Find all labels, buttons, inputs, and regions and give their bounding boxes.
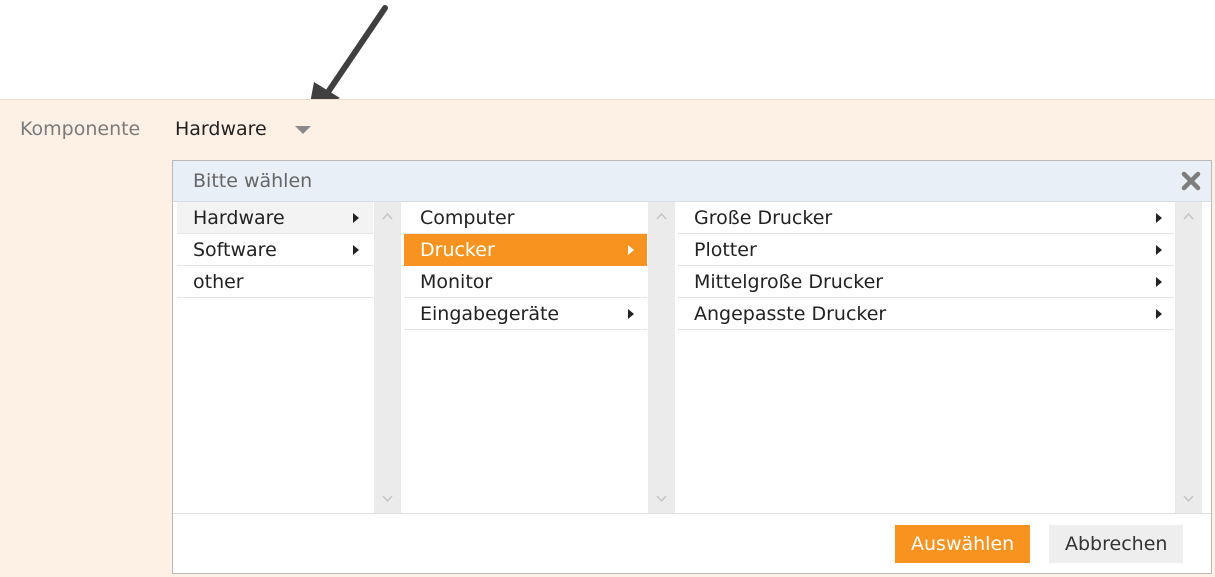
- list-item-label: Angepasste Drucker: [694, 303, 887, 325]
- scroll-up-icon[interactable]: [381, 210, 394, 223]
- submenu-arrow-icon: [353, 245, 359, 255]
- dialog-title: Bitte wählen: [193, 170, 313, 192]
- list-item-label: Computer: [420, 207, 515, 229]
- submenu-arrow-icon: [1156, 213, 1162, 223]
- list-item-drucker[interactable]: Drucker: [404, 234, 647, 266]
- list-item-eingabegeraete[interactable]: Eingabegeräte: [404, 298, 647, 330]
- scroll-down-icon[interactable]: [655, 492, 668, 505]
- category-column-3: Große Drucker Plotter Mittelgroße Drucke…: [678, 202, 1206, 513]
- scrollbar-column-3[interactable]: [1175, 202, 1202, 513]
- list-item-label: Eingabegeräte: [420, 303, 560, 325]
- category-column-1: Hardware Software other: [177, 202, 401, 513]
- scroll-down-icon[interactable]: [1182, 492, 1195, 505]
- category-list-2: Computer Drucker Monitor Eingabegeräte: [404, 202, 647, 513]
- scroll-down-icon[interactable]: [381, 492, 394, 505]
- list-item-other[interactable]: other: [177, 266, 373, 298]
- list-item-plotter[interactable]: Plotter: [678, 234, 1174, 266]
- submenu-arrow-icon: [353, 213, 359, 223]
- dialog-header: Bitte wählen: [173, 161, 1211, 202]
- close-icon[interactable]: [1179, 169, 1203, 193]
- annotation-arrow-icon: [308, 5, 388, 114]
- scrollbar-column-1[interactable]: [374, 202, 401, 513]
- selection-dialog: Bitte wählen Hardware Software other Com…: [172, 160, 1212, 574]
- component-field-label: Komponente: [20, 118, 141, 140]
- list-item-software[interactable]: Software: [177, 234, 373, 266]
- submenu-arrow-icon: [1156, 277, 1162, 287]
- category-list-3: Große Drucker Plotter Mittelgroße Drucke…: [678, 202, 1174, 513]
- scrollbar-column-2[interactable]: [648, 202, 675, 513]
- category-list-1: Hardware Software other: [177, 202, 373, 513]
- list-item-label: other: [193, 271, 244, 293]
- list-item-mittelgrosse-drucker[interactable]: Mittelgroße Drucker: [678, 266, 1174, 298]
- scroll-up-icon[interactable]: [1182, 210, 1195, 223]
- list-item-label: Mittelgroße Drucker: [694, 271, 884, 293]
- list-item-angepasste-drucker[interactable]: Angepasste Drucker: [678, 298, 1174, 330]
- category-column-2: Computer Drucker Monitor Eingabegeräte: [404, 202, 676, 513]
- list-item-label: Software: [193, 239, 277, 261]
- list-item-monitor[interactable]: Monitor: [404, 266, 647, 298]
- list-item-label: Plotter: [694, 239, 757, 261]
- dropdown-caret-icon[interactable]: [295, 126, 311, 134]
- submenu-arrow-icon: [628, 309, 634, 319]
- cancel-button[interactable]: Abbrechen: [1049, 525, 1184, 563]
- select-button[interactable]: Auswählen: [895, 525, 1031, 563]
- list-item-grosse-drucker[interactable]: Große Drucker: [678, 202, 1174, 234]
- component-field-value[interactable]: Hardware: [175, 118, 267, 140]
- scroll-up-icon[interactable]: [655, 210, 668, 223]
- list-item-computer[interactable]: Computer: [404, 202, 647, 234]
- list-item-label: Monitor: [420, 271, 493, 293]
- list-item-label: Große Drucker: [694, 207, 833, 229]
- submenu-arrow-icon: [628, 245, 634, 255]
- list-item-label: Hardware: [193, 207, 285, 229]
- submenu-arrow-icon: [1156, 245, 1162, 255]
- submenu-arrow-icon: [1156, 309, 1162, 319]
- dialog-footer: Auswählen Abbrechen: [173, 513, 1211, 576]
- list-item-hardware[interactable]: Hardware: [177, 202, 373, 234]
- list-item-label: Drucker: [420, 239, 495, 261]
